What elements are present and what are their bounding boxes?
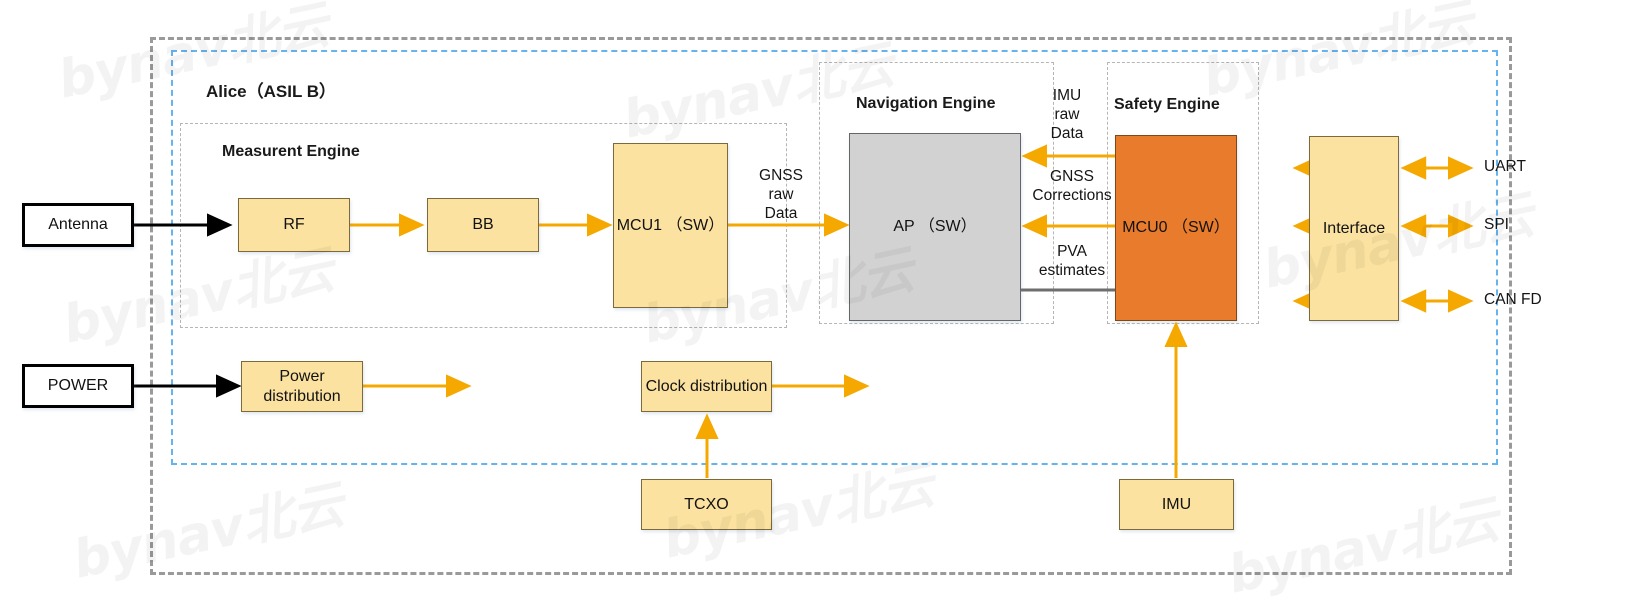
node-label-ap: AP （SW）: [893, 218, 977, 235]
node-label-clock-distribution: Clock distribution: [645, 377, 768, 395]
node-ap[interactable]: AP （SW）: [849, 133, 1021, 321]
edge-label-gnss-corrections: GNSS Corrections: [1032, 168, 1112, 204]
node-clock-distribution[interactable]: Clock distribution: [641, 361, 772, 412]
node-label-bb: BB: [472, 216, 494, 233]
edge-label-imu-raw-data: IMU raw Data: [1050, 87, 1084, 142]
edge-label-gnss-raw-data: GNSS raw Data: [759, 167, 803, 222]
node-tcxo[interactable]: TCXO: [641, 479, 772, 530]
node-mcu1[interactable]: MCU1 （SW）: [613, 143, 728, 308]
node-imu[interactable]: IMU: [1119, 479, 1234, 530]
node-rf[interactable]: RF: [238, 198, 350, 252]
node-label-antenna: Antenna: [48, 216, 108, 233]
node-mcu0[interactable]: MCU0 （SW）: [1115, 135, 1237, 321]
page-title: Alice（ASIL B）: [206, 82, 337, 101]
node-label-rf: RF: [283, 216, 305, 233]
io-port-label-canfd: CAN FD: [1484, 291, 1542, 308]
node-label-tcxo: TCXO: [684, 495, 729, 513]
node-bb[interactable]: BB: [427, 198, 539, 252]
node-power-distribution[interactable]: Power distribution: [241, 361, 363, 412]
node-label-power: POWER: [47, 377, 109, 394]
diagram-canvas: Alice（ASIL B） Measurent Engine Navigatio…: [0, 0, 1640, 612]
node-interface[interactable]: Interface: [1309, 136, 1399, 321]
node-label-mcu0: MCU0 （SW）: [1122, 219, 1230, 236]
node-label-power-distribution: Power distribution: [263, 367, 341, 405]
group-label-measurement-engine: Measurent Engine: [222, 143, 360, 160]
node-label-interface: Interface: [1322, 219, 1386, 237]
node-label-imu: IMU: [1161, 495, 1192, 513]
group-label-navigation-engine: Navigation Engine: [856, 95, 996, 112]
io-port-label-uart: UART: [1484, 158, 1526, 175]
node-label-mcu1: MCU1 （SW）: [616, 216, 725, 234]
io-port-label-spi: SPI: [1484, 216, 1509, 233]
node-power[interactable]: POWER: [22, 364, 134, 408]
edge-label-pva-estimates: PVA estimates: [1038, 243, 1106, 279]
group-label-safety-engine: Safety Engine: [1114, 96, 1220, 113]
node-antenna[interactable]: Antenna: [22, 203, 134, 247]
